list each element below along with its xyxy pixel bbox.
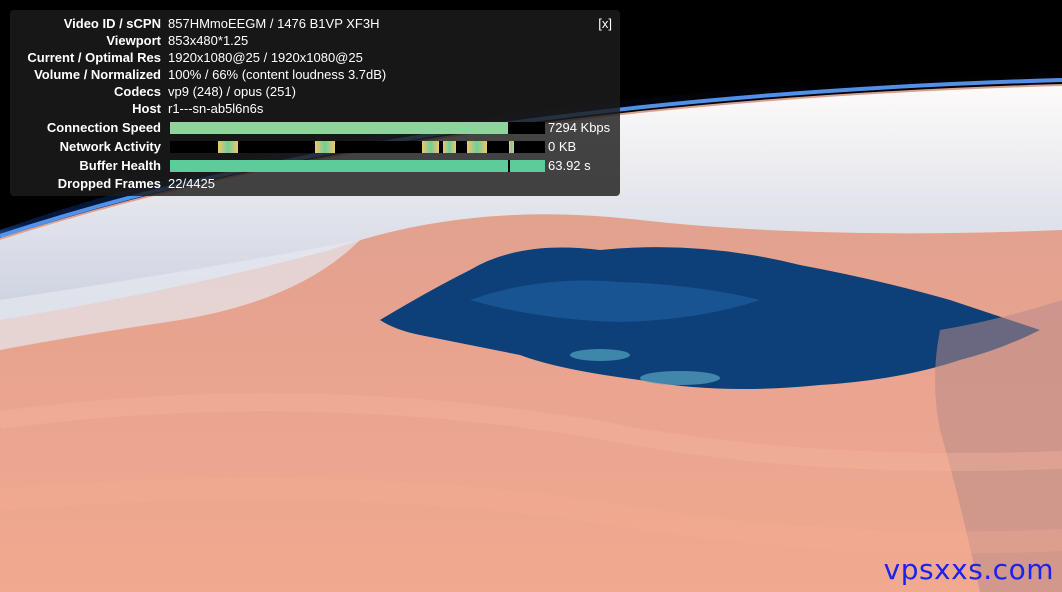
buffer-health-bar <box>170 160 545 172</box>
stat-value: 7294 Kbps <box>548 120 611 135</box>
connection-speed-bar <box>170 122 545 134</box>
stat-label: Host <box>132 101 161 116</box>
stat-label: Viewport <box>106 33 161 48</box>
stat-label: Codecs <box>114 84 161 99</box>
stat-label: Connection Speed <box>46 120 161 135</box>
network-activity-spike <box>218 141 238 153</box>
network-activity-spike <box>509 141 514 153</box>
stat-label: Network Activity <box>59 139 161 154</box>
stat-label: Current / Optimal Res <box>27 50 161 65</box>
network-activity-spike <box>422 141 439 153</box>
connection-speed-bar-marker <box>508 122 510 134</box>
stat-value: 1920x1080@25 / 1920x1080@25 <box>168 50 363 65</box>
stat-value: vp9 (248) / opus (251) <box>168 84 296 99</box>
stat-label: Volume / Normalized <box>34 67 161 82</box>
stat-label: Dropped Frames <box>57 176 161 191</box>
watermark-text: vpsxxs.com <box>883 553 1054 586</box>
stat-value: 857HMmoEEGM / 1476 B1VP XF3H <box>168 16 380 31</box>
network-activity-spike <box>315 141 335 153</box>
network-activity-bar <box>170 141 545 153</box>
stat-value: 22/4425 <box>168 176 215 191</box>
stat-value: 0 KB <box>548 139 577 154</box>
stat-value: 853x480*1.25 <box>168 33 249 48</box>
stat-label: Buffer Health <box>79 158 161 173</box>
stat-value: r1---sn-ab5l6n6s <box>168 101 264 116</box>
close-button[interactable]: [x] <box>598 16 612 31</box>
buffer-health-bar-fill <box>170 160 545 172</box>
connection-speed-bar-fill <box>170 122 508 134</box>
stat-value: 100% / 66% (content loudness 3.7dB) <box>168 67 387 82</box>
stat-label: Video ID / sCPN <box>63 16 161 31</box>
stat-value: 63.92 s <box>548 158 591 173</box>
buffer-health-bar-marker <box>508 160 510 172</box>
stats-for-nerds-panel: [x] Video ID / sCPN 857HMmoEEGM / 1476 B… <box>10 10 620 196</box>
network-activity-spike <box>443 141 456 153</box>
network-activity-spike <box>467 141 487 153</box>
